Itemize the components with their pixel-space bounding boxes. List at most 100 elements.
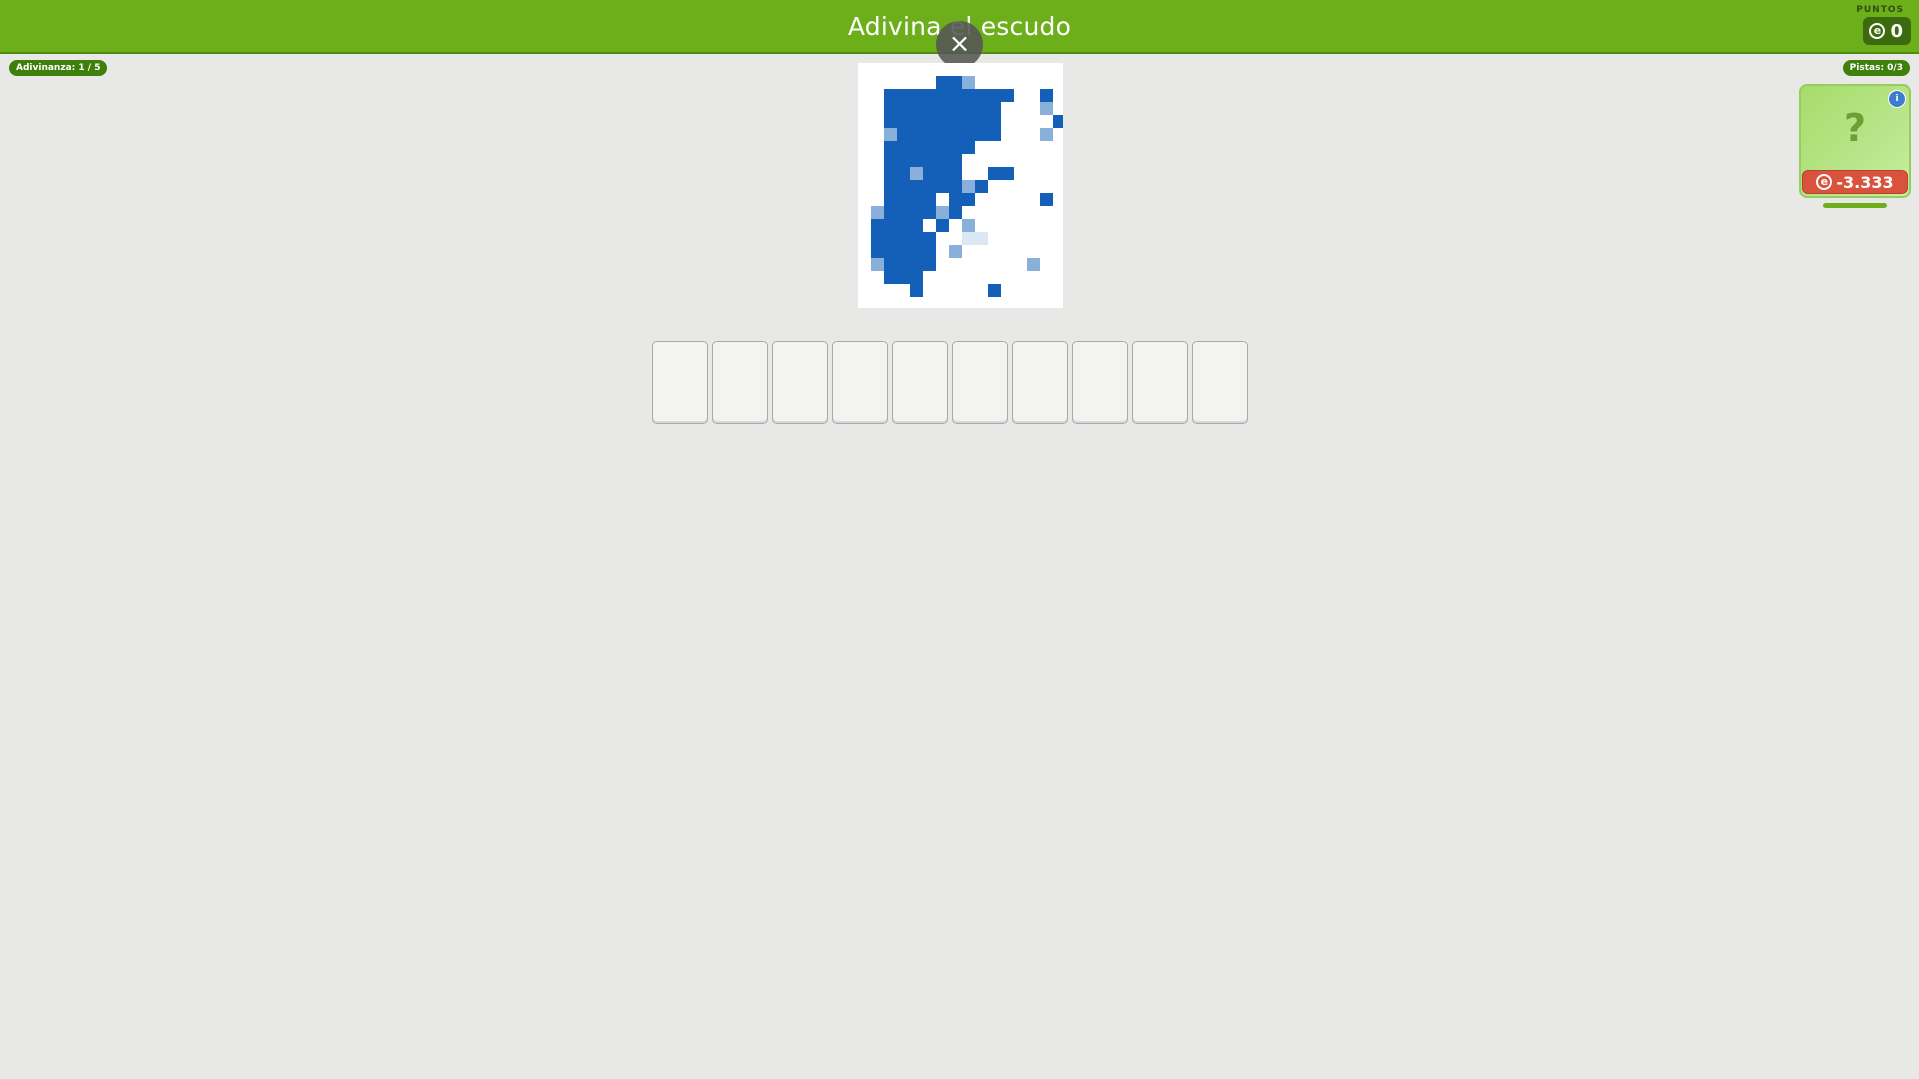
crest-pixel <box>871 258 884 271</box>
crest-pixel <box>936 115 949 128</box>
crest-pixel <box>897 206 910 219</box>
crest-pixel <box>962 193 975 206</box>
letter-slot[interactable] <box>832 341 888 424</box>
hint-cost-badge: e -3.333 <box>1802 170 1908 194</box>
crest-pixel <box>910 154 923 167</box>
close-button[interactable]: × <box>936 21 983 68</box>
crest-pixel <box>871 219 884 232</box>
crest-pixel <box>1001 89 1014 102</box>
crest-pixel <box>1040 128 1053 141</box>
hint-card[interactable]: ? i e -3.333 <box>1799 84 1911 198</box>
crest-pixel <box>910 245 923 258</box>
letter-slot[interactable] <box>1012 341 1068 424</box>
crest-pixel <box>871 206 884 219</box>
crest-pixel <box>1040 89 1053 102</box>
crest-pixel <box>884 219 897 232</box>
crest-pixel <box>962 76 975 89</box>
crest-pixel <box>871 232 884 245</box>
letter-slot[interactable] <box>772 341 828 424</box>
points-display: e 0 <box>1863 17 1911 45</box>
crest-pixel <box>910 180 923 193</box>
letter-slot[interactable] <box>652 341 708 424</box>
crest-pixel <box>884 193 897 206</box>
crest-pixel <box>988 128 1001 141</box>
crest-pixel <box>897 128 910 141</box>
letter-slot[interactable] <box>1132 341 1188 424</box>
letter-slot[interactable] <box>712 341 768 424</box>
crest-pixel <box>1040 193 1053 206</box>
crest-pixel <box>884 245 897 258</box>
crest-pixel <box>884 128 897 141</box>
letter-slot[interactable] <box>952 341 1008 424</box>
crest-pixel <box>936 154 949 167</box>
crest-pixel <box>897 102 910 115</box>
crest-pixel <box>923 167 936 180</box>
crest-pixel <box>962 219 975 232</box>
crest-pixel <box>923 141 936 154</box>
crest-pixel <box>988 167 1001 180</box>
question-mark-icon: ? <box>1843 106 1867 150</box>
crest-pixel <box>1027 258 1040 271</box>
crest-pixel <box>936 141 949 154</box>
crest-pixel <box>923 128 936 141</box>
crest-pixel <box>975 89 988 102</box>
crest-pixel <box>910 167 923 180</box>
crest-pixel <box>949 141 962 154</box>
info-icon[interactable]: i <box>1888 90 1906 108</box>
letter-slot[interactable] <box>1192 341 1248 424</box>
crest-pixel <box>949 180 962 193</box>
coin-icon: e <box>1869 23 1886 39</box>
crest-pixel <box>949 193 962 206</box>
crest-pixel <box>923 245 936 258</box>
crest-pixel <box>897 141 910 154</box>
crest-pixel <box>910 89 923 102</box>
crest-pixel <box>910 102 923 115</box>
crest-pixel <box>910 271 923 284</box>
crest-pixel <box>936 76 949 89</box>
crest-pixel <box>897 232 910 245</box>
crest-pixel <box>871 245 884 258</box>
crest-pixel <box>923 193 936 206</box>
points-label: PUNTOS <box>1856 5 1904 15</box>
crest-pixel <box>884 180 897 193</box>
crest-pixel <box>897 193 910 206</box>
crest-pixel <box>975 232 988 245</box>
crest-pixel <box>949 245 962 258</box>
crest-pixel <box>949 102 962 115</box>
crest-pixel <box>884 167 897 180</box>
crest-pixel <box>923 102 936 115</box>
hints-counter-badge: Pistas: 0/3 <box>1842 60 1910 76</box>
crest-pixel <box>936 128 949 141</box>
crest-pixel <box>923 180 936 193</box>
crest-pixel <box>923 232 936 245</box>
letter-slot[interactable] <box>892 341 948 424</box>
crest-pixel <box>936 102 949 115</box>
crest-pixel <box>936 180 949 193</box>
crest-pixel <box>897 115 910 128</box>
crest-pixel <box>923 258 936 271</box>
crest-pixel <box>923 206 936 219</box>
crest-pixel <box>975 180 988 193</box>
crest-pixel <box>949 89 962 102</box>
crest-pixel <box>962 232 975 245</box>
crest-pixel <box>988 89 1001 102</box>
crest-pixel <box>910 232 923 245</box>
crest-pixel <box>962 115 975 128</box>
crest-pixel <box>949 76 962 89</box>
crest-pixel <box>988 115 1001 128</box>
crest-pixel <box>897 180 910 193</box>
crest-pixel <box>975 115 988 128</box>
crest-pixel <box>884 89 897 102</box>
crest-pixel <box>923 89 936 102</box>
crest-pixel <box>988 102 1001 115</box>
crest-pixel <box>910 115 923 128</box>
crest-pixel <box>910 219 923 232</box>
crest-pixel <box>897 271 910 284</box>
crest-pixel <box>897 219 910 232</box>
crest-pixel <box>975 102 988 115</box>
letter-slot[interactable] <box>1072 341 1128 424</box>
crest-pixel <box>949 206 962 219</box>
crest-pixel <box>949 128 962 141</box>
points-value: 0 <box>1890 20 1903 42</box>
crest-pixel <box>962 89 975 102</box>
